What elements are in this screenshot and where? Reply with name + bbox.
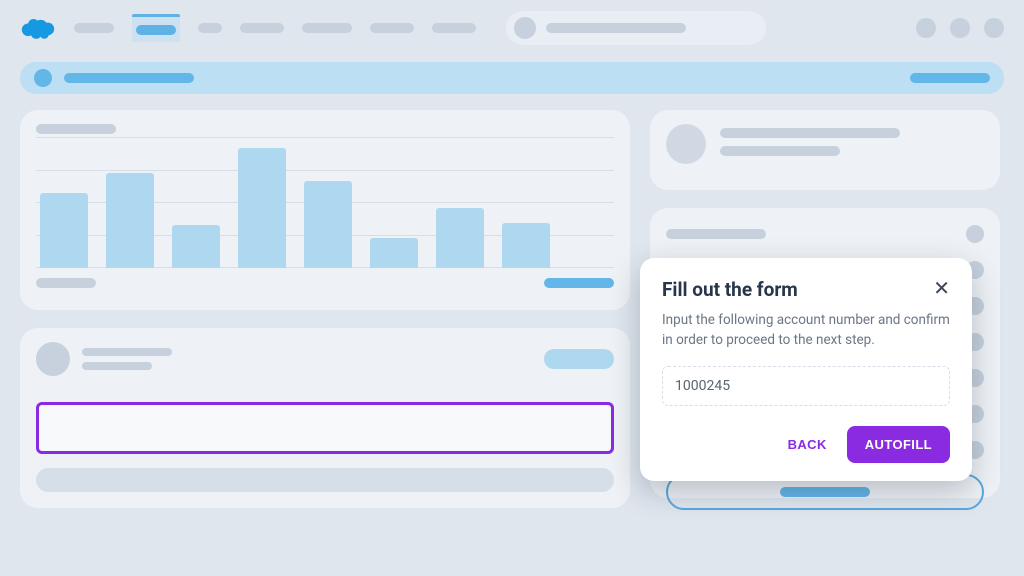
chart-bar bbox=[106, 173, 154, 268]
nav-item[interactable] bbox=[74, 23, 114, 33]
nav-item[interactable] bbox=[370, 23, 414, 33]
chart-bar bbox=[40, 193, 88, 268]
global-search[interactable] bbox=[506, 11, 766, 45]
account-number-input[interactable] bbox=[36, 402, 614, 454]
chart-bar bbox=[172, 225, 220, 268]
nav-tab-active[interactable] bbox=[132, 14, 180, 42]
salesforce-logo-icon bbox=[20, 15, 56, 41]
modal-title: Fill out the form bbox=[662, 278, 798, 301]
top-nav bbox=[0, 0, 1024, 56]
nav-item[interactable] bbox=[432, 23, 476, 33]
modal-description: Input the following account number and c… bbox=[662, 311, 950, 350]
chart-bar bbox=[436, 208, 484, 268]
form-card bbox=[20, 328, 630, 508]
profile-line bbox=[720, 128, 900, 138]
account-number-display[interactable]: 1000245 bbox=[662, 366, 950, 406]
search-placeholder bbox=[546, 23, 686, 33]
search-icon bbox=[514, 17, 536, 39]
chart-bar bbox=[238, 148, 286, 268]
chart-title bbox=[36, 124, 116, 134]
profile-line bbox=[720, 146, 840, 156]
chart-card bbox=[20, 110, 630, 310]
nav-item[interactable] bbox=[240, 23, 284, 33]
back-button[interactable]: BACK bbox=[776, 427, 839, 462]
record-subtitle bbox=[82, 362, 152, 370]
chart-bar bbox=[502, 223, 550, 269]
bar-chart bbox=[36, 138, 614, 268]
chart-bar bbox=[304, 181, 352, 268]
header-title bbox=[64, 73, 194, 83]
form-footer-bar bbox=[36, 468, 614, 492]
avatar-icon bbox=[666, 124, 706, 164]
record-avatar-icon bbox=[36, 342, 70, 376]
header-icon bbox=[34, 69, 52, 87]
record-title bbox=[82, 348, 172, 356]
row-action-icon[interactable] bbox=[966, 225, 984, 243]
nav-item[interactable] bbox=[198, 23, 222, 33]
status-badge[interactable] bbox=[544, 349, 614, 369]
autofill-modal: Fill out the form ✕ Input the following … bbox=[640, 258, 972, 481]
chart-bar bbox=[370, 238, 418, 268]
chart-footer-label bbox=[36, 278, 96, 288]
profile-card bbox=[650, 110, 1000, 190]
nav-action-icon[interactable] bbox=[916, 18, 936, 38]
nav-action-icon[interactable] bbox=[950, 18, 970, 38]
chart-footer-link[interactable] bbox=[544, 278, 614, 288]
page-header-bar bbox=[20, 62, 1004, 94]
autofill-button[interactable]: AUTOFILL bbox=[847, 426, 950, 463]
nav-item[interactable] bbox=[302, 23, 352, 33]
list-item[interactable] bbox=[650, 222, 1000, 246]
header-action[interactable] bbox=[910, 73, 990, 83]
nav-action-icon[interactable] bbox=[984, 18, 1004, 38]
close-icon[interactable]: ✕ bbox=[933, 278, 950, 298]
